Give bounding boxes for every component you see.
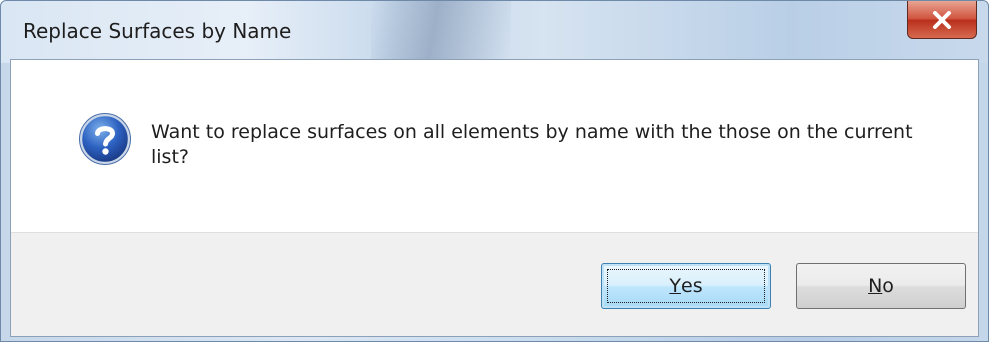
dialog-window: Replace Surfaces by Name Want to replace… [0, 0, 989, 342]
close-icon [932, 10, 952, 29]
dialog-message: Want to replace surfaces on all elements… [151, 121, 913, 168]
title-bar-glare [371, 1, 511, 59]
close-button[interactable] [907, 1, 977, 39]
no-button[interactable]: No [796, 263, 966, 309]
focus-rectangle [607, 269, 765, 303]
question-icon [79, 113, 131, 165]
no-button-label: o [882, 275, 894, 297]
title-bar[interactable]: Replace Surfaces by Name [1, 1, 988, 63]
no-button-mnemonic: N [868, 275, 883, 297]
message-area: Want to replace surfaces on all elements… [11, 60, 978, 232]
button-bar: Yes No [11, 232, 978, 336]
yes-button[interactable]: Yes [601, 263, 771, 309]
dialog-body: Want to replace surfaces on all elements… [10, 59, 979, 337]
window-title: Replace Surfaces by Name [23, 19, 292, 43]
